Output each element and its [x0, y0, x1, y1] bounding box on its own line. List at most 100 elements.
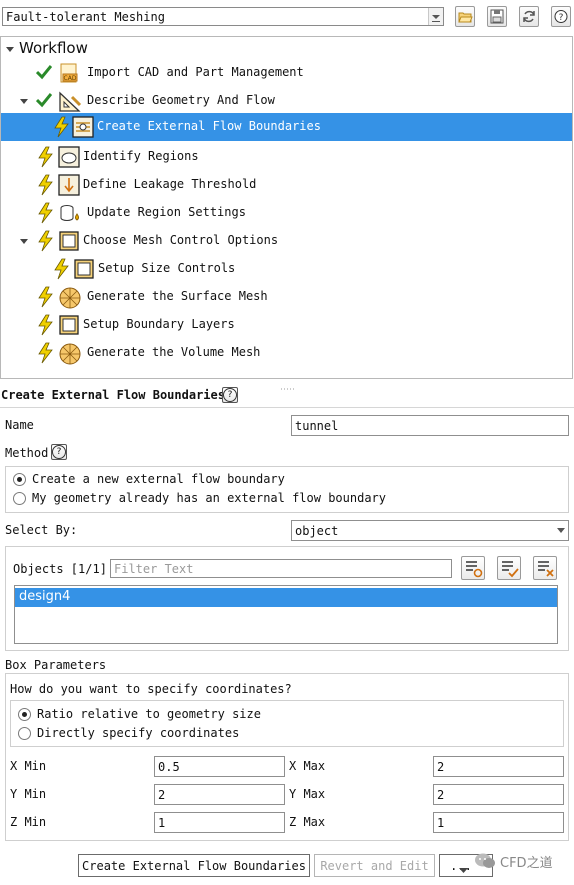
tree-item-label: Define Leakage Threshold: [83, 177, 257, 191]
xmax-label: X Max: [289, 759, 326, 773]
zmin-input[interactable]: 1: [154, 812, 285, 833]
tree-item-generate-volume-mesh[interactable]: Generate the Volume Mesh: [1, 339, 572, 367]
xmin-input[interactable]: 0.5: [154, 756, 285, 777]
coord-radio-direct[interactable]: [18, 727, 31, 740]
create-boundaries-label: Create External Flow Boundaries: [82, 859, 306, 873]
volume-mesh-icon: [58, 342, 82, 369]
filter-input[interactable]: Filter Text: [110, 559, 452, 578]
list-item[interactable]: design4: [15, 588, 557, 607]
method-group: Create a new external flow boundary My g…: [5, 466, 569, 513]
refresh-workflow-button[interactable]: [519, 6, 539, 27]
regions-icon: [58, 146, 80, 171]
ymax-input[interactable]: 2: [433, 784, 564, 805]
ymin-input[interactable]: 2: [154, 784, 285, 805]
tree-item-choose-mesh-control-options[interactable]: Choose Mesh Control Options: [1, 227, 572, 255]
pending-bolt-icon: [37, 146, 54, 168]
tree-item-label: Update Region Settings: [87, 205, 246, 219]
save-workflow-button[interactable]: [487, 6, 507, 27]
pending-bolt-icon: [37, 202, 54, 224]
pending-bolt-icon: [37, 342, 54, 364]
collapse-arrow-icon: [5, 43, 15, 53]
tree-item-create-external-flow-boundaries[interactable]: Create External Flow Boundaries: [1, 113, 572, 141]
tree-item-setup-size-controls[interactable]: Setup Size Controls: [1, 255, 572, 283]
coord-mode-group: Ratio relative to geometry size Directly…: [10, 700, 564, 747]
tree-item-update-region-settings[interactable]: Update Region Settings: [1, 199, 572, 227]
tree-item-label: Setup Size Controls: [98, 261, 236, 275]
xmin-value: 0.5: [158, 760, 180, 774]
help-button[interactable]: ?: [551, 6, 571, 27]
splitter-handle[interactable]: [280, 380, 296, 390]
pending-bolt-icon: [37, 286, 54, 308]
check-icon: [35, 91, 53, 109]
svg-text:?: ?: [559, 13, 564, 23]
revert-edit-label: Revert and Edit: [320, 859, 429, 873]
pending-bolt-icon: [37, 174, 54, 196]
zmin-value: 1: [158, 816, 166, 830]
ymax-label: Y Max: [289, 787, 326, 801]
tree-item-label: Choose Mesh Control Options: [83, 233, 279, 247]
create-boundaries-button[interactable]: Create External Flow Boundaries: [78, 854, 310, 877]
name-input[interactable]: tunnel: [291, 415, 569, 436]
pending-bolt-icon: [53, 116, 70, 138]
coord-question: How do you want to specify coordinates?: [10, 682, 292, 696]
tree-item-identify-regions[interactable]: Identify Regions: [1, 143, 572, 171]
zmax-input[interactable]: 1: [433, 812, 564, 833]
list-check-icon: [498, 561, 520, 582]
filter-placeholder: Filter Text: [114, 562, 194, 576]
tree-item-label: Describe Geometry And Flow: [87, 93, 275, 107]
pending-bolt-icon: [37, 230, 54, 252]
select-all-button[interactable]: [497, 556, 521, 580]
wechat-icon: [474, 852, 496, 873]
list-item-label: design4: [19, 589, 71, 604]
pending-bolt-icon: [37, 314, 54, 336]
xmin-label: X Min: [10, 759, 47, 773]
tree-item-describe-geometry[interactable]: Describe Geometry And Flow: [1, 87, 572, 115]
workflow-tree: Workflow CAD Import CAD and Part Managem…: [0, 36, 573, 379]
select-by-value: object: [295, 524, 339, 538]
ymin-label: Y Min: [10, 787, 47, 801]
panel-help-button[interactable]: ?: [222, 387, 238, 403]
load-workflow-button[interactable]: [455, 6, 475, 27]
list-clear-icon: [534, 561, 556, 582]
method-radio-existing[interactable]: [13, 492, 26, 505]
select-by-label: Select By:: [5, 523, 78, 537]
watermark-text: CFD之道: [500, 856, 553, 871]
method-option-label: My geometry already has an external flow…: [32, 491, 387, 505]
name-input-value: tunnel: [295, 419, 339, 433]
method-option-label: Create a new external flow boundary: [32, 472, 285, 486]
objects-list[interactable]: design4: [14, 585, 558, 644]
zmax-value: 1: [437, 816, 445, 830]
zmax-label: Z Max: [289, 815, 326, 829]
clear-selection-button[interactable]: [533, 556, 557, 580]
method-radio-create-new[interactable]: [13, 473, 26, 486]
boundary-layers-icon: [58, 314, 80, 339]
leakage-icon: [58, 174, 80, 199]
coord-radio-ratio[interactable]: [18, 708, 31, 721]
cylinder-drop-icon: [58, 202, 82, 229]
coord-option-label: Ratio relative to geometry size: [37, 707, 261, 721]
chevron-down-icon: [556, 524, 566, 539]
xmax-input[interactable]: 2: [433, 756, 564, 777]
workflow-select[interactable]: Fault-tolerant Meshing: [2, 7, 444, 26]
objects-label: Objects [1/1]: [13, 562, 107, 576]
select-by-dropdown[interactable]: object: [291, 520, 569, 541]
panel-title: Create External Flow Boundaries: [1, 388, 225, 402]
pending-bolt-icon: [53, 258, 70, 280]
method-help-button[interactable]: ?: [51, 444, 67, 460]
sphere-mesh-icon: [58, 286, 82, 313]
revert-edit-button[interactable]: Revert and Edit: [314, 854, 435, 877]
tree-item-label: Import CAD and Part Management: [87, 65, 304, 79]
name-label: Name: [5, 418, 34, 432]
tree-item-generate-surface-mesh[interactable]: Generate the Surface Mesh: [1, 283, 572, 311]
refresh-icon: [520, 10, 538, 29]
select-by-filter-button[interactable]: [461, 556, 485, 580]
zmin-label: Z Min: [10, 815, 47, 829]
coord-option-label: Directly specify coordinates: [37, 726, 240, 740]
tree-item-import-cad[interactable]: CAD Import CAD and Part Management: [1, 59, 572, 87]
chevron-down-icon: [428, 8, 443, 25]
tree-item-setup-boundary-layers[interactable]: Setup Boundary Layers: [1, 311, 572, 339]
tree-item-label: Identify Regions: [83, 149, 199, 163]
tree-item-define-leakage-threshold[interactable]: Define Leakage Threshold: [1, 171, 572, 199]
list-filter-icon: [462, 561, 484, 582]
folder-open-icon: [456, 12, 474, 29]
